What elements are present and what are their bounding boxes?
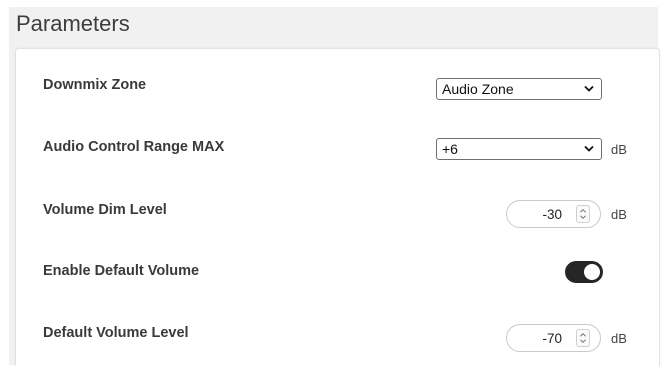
audio-control-range-max-unit: dB — [611, 142, 627, 157]
downmix-zone-select[interactable]: Audio Zone — [436, 78, 602, 100]
volume-dim-level-stepper[interactable]: -30 — [506, 200, 601, 228]
parameters-panel: Parameters Downmix Zone Audio Zone Audio… — [9, 7, 660, 366]
enable-default-volume-toggle[interactable] — [565, 261, 603, 283]
parameters-card: Downmix Zone Audio Zone Audio Control Ra… — [15, 48, 660, 366]
enable-default-volume-label: Enable Default Volume — [43, 263, 200, 279]
volume-dim-level-label: Volume Dim Level — [43, 202, 167, 218]
toggle-knob — [584, 264, 600, 280]
spin-up-down-icon[interactable] — [576, 205, 590, 223]
default-volume-level-label: Default Volume Level — [43, 325, 189, 341]
chevron-down-icon — [584, 85, 594, 92]
spin-up-down-icon[interactable] — [576, 329, 590, 347]
panel-title: Parameters — [16, 11, 130, 36]
audio-control-range-max-label: Audio Control Range MAX — [43, 139, 225, 155]
audio-control-range-max-select[interactable]: +6 — [436, 138, 602, 160]
volume-dim-level-unit: dB — [611, 207, 627, 222]
default-volume-level-value: -70 — [542, 331, 562, 346]
downmix-zone-label: Downmix Zone — [43, 77, 147, 93]
default-volume-level-unit: dB — [611, 331, 627, 346]
audio-control-range-max-value: +6 — [442, 141, 458, 157]
chevron-down-icon — [584, 145, 594, 152]
default-volume-level-stepper[interactable]: -70 — [506, 324, 601, 352]
volume-dim-level-value: -30 — [542, 207, 562, 222]
downmix-zone-value: Audio Zone — [442, 81, 514, 97]
